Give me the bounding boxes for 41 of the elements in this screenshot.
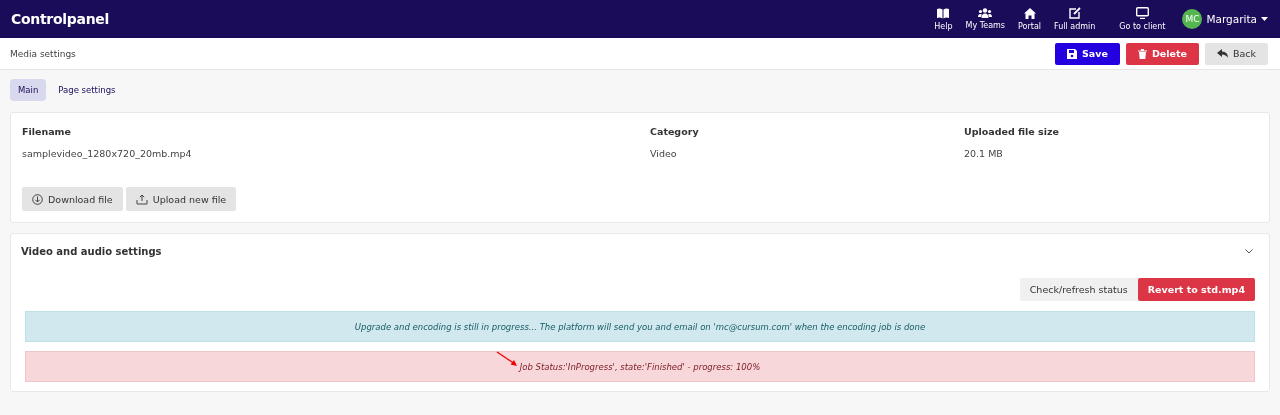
user-avatar: MC xyxy=(1182,9,1203,29)
field-label: Uploaded file size xyxy=(964,126,1059,137)
file-button[interactable]: Upload new file xyxy=(125,187,237,211)
action-button[interactable]: Save xyxy=(1055,42,1120,65)
field-value: samplevideo_1280x720_20mb.mp4 xyxy=(22,148,193,159)
nav-link[interactable]: Portal xyxy=(1013,7,1046,31)
field-value: 20.1 MB xyxy=(964,148,1004,159)
field-value: Video xyxy=(650,148,678,159)
upload-icon xyxy=(135,193,148,205)
annotation-arrow xyxy=(496,351,518,367)
user-name: Margarita xyxy=(1206,13,1257,25)
field-label: Filename xyxy=(22,126,72,137)
nav-link[interactable]: My Teams xyxy=(960,8,1010,30)
nav-link[interactable]: Go to client xyxy=(1114,7,1171,31)
download-icon xyxy=(32,193,43,205)
edit-icon xyxy=(1068,7,1081,19)
home-icon xyxy=(1023,7,1036,19)
tab[interactable]: Main xyxy=(10,79,47,101)
book-icon xyxy=(937,7,950,19)
field-label: Category xyxy=(650,126,700,137)
nav-link[interactable]: Help xyxy=(929,7,958,31)
status-button[interactable]: Check/refresh status xyxy=(1019,278,1138,301)
nav-link[interactable]: Full admin xyxy=(1049,7,1101,31)
alert-message: Job Status:'InProgress', state:'Finished' - progress: 100% xyxy=(25,351,1255,382)
action-button[interactable]: Delete xyxy=(1125,42,1199,65)
reply-icon xyxy=(1216,49,1228,58)
file-button[interactable]: Download file xyxy=(22,187,123,211)
tab[interactable]: Page settings xyxy=(50,79,124,101)
caret-icon xyxy=(1261,17,1268,21)
user-menu[interactable]: MC Margarita xyxy=(1182,9,1268,29)
action-button[interactable]: Back xyxy=(1204,42,1268,65)
brand-logo[interactable]: Controlpanel xyxy=(11,11,109,27)
section-title: Video and audio settings xyxy=(21,246,162,257)
chevron-icon[interactable] xyxy=(1245,249,1253,254)
save-icon xyxy=(1067,48,1077,59)
alert-message: Upgrade and encoding is still in progress... The platform will send you and email on 'mc@cursum.com' when the encoding job is done xyxy=(25,311,1255,342)
team-icon xyxy=(978,8,993,18)
monitor-icon xyxy=(1135,7,1149,19)
status-button[interactable]: Revert to std.mp4 xyxy=(1137,278,1255,301)
trash-icon xyxy=(1137,48,1147,59)
page-title: Media settings xyxy=(10,48,76,59)
